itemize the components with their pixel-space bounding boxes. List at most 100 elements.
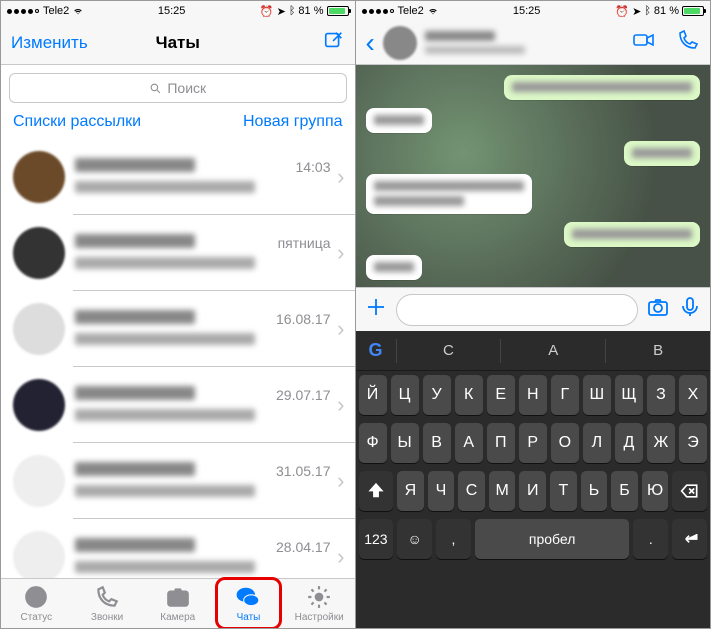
key-К[interactable]: К: [455, 375, 483, 415]
bluetooth-icon: ᛒ: [644, 5, 651, 17]
key-Я[interactable]: Я: [397, 471, 424, 511]
chat-name: [75, 537, 195, 557]
space-key[interactable]: пробел: [475, 519, 630, 559]
mic-button[interactable]: [678, 295, 702, 324]
voice-call-button[interactable]: [676, 28, 700, 57]
chat-preview: [75, 256, 355, 274]
key-М[interactable]: М: [489, 471, 516, 511]
phone-icon: [676, 28, 700, 52]
key-Ч[interactable]: Ч: [428, 471, 455, 511]
avatar: [13, 531, 65, 578]
period-key[interactable]: .: [633, 519, 668, 559]
key-У[interactable]: У: [423, 375, 451, 415]
key-З[interactable]: З: [647, 375, 675, 415]
chat-time: 14:03: [295, 159, 354, 175]
message-out[interactable]: [624, 141, 700, 166]
key-О[interactable]: О: [551, 423, 579, 463]
battery-icon: [327, 6, 349, 16]
key-Е[interactable]: Е: [487, 375, 515, 415]
suggestion[interactable]: А: [500, 339, 605, 363]
numbers-key[interactable]: 123: [359, 519, 394, 559]
location-icon: ➤: [632, 5, 641, 18]
edit-button[interactable]: Изменить: [11, 33, 88, 53]
attach-button[interactable]: [364, 295, 388, 324]
chat-row[interactable]: пятница ›: [1, 215, 355, 291]
key-Ш[interactable]: Ш: [583, 375, 611, 415]
google-logo[interactable]: G: [356, 340, 396, 361]
key-Ь[interactable]: Ь: [581, 471, 608, 511]
broadcast-lists-link[interactable]: Списки рассылки: [13, 113, 141, 131]
message-input[interactable]: [396, 294, 639, 326]
backspace-key[interactable]: [672, 471, 707, 511]
plus-icon: [364, 295, 388, 319]
message-in[interactable]: [366, 108, 432, 133]
tab-settings[interactable]: Настройки: [284, 579, 355, 628]
message-out[interactable]: [504, 75, 700, 100]
search-input[interactable]: Поиск: [9, 73, 347, 103]
video-call-button[interactable]: [632, 28, 656, 57]
alarm-icon: ⏰: [260, 5, 274, 18]
wifi-icon: [428, 6, 438, 16]
return-key[interactable]: [672, 519, 707, 559]
key-А[interactable]: А: [455, 423, 483, 463]
avatar: [13, 227, 65, 279]
key-Д[interactable]: Д: [615, 423, 643, 463]
shift-icon: [366, 481, 386, 501]
key-Л[interactable]: Л: [583, 423, 611, 463]
carrier-label: Tele2: [43, 5, 69, 17]
chevron-right-icon: ›: [337, 240, 344, 266]
messages-area[interactable]: [356, 65, 711, 287]
message-in[interactable]: [366, 174, 532, 214]
key-Т[interactable]: Т: [550, 471, 577, 511]
key-Щ[interactable]: Щ: [615, 375, 643, 415]
tab-chats[interactable]: Чаты: [213, 579, 284, 628]
chat-preview: [75, 180, 355, 198]
chat-list: 14:03 › пятница › 16.08.17 › 29.07.17 › …: [1, 139, 355, 578]
key-Й[interactable]: Й: [359, 375, 387, 415]
key-Р[interactable]: Р: [519, 423, 547, 463]
key-Ы[interactable]: Ы: [391, 423, 419, 463]
avatar: [13, 151, 65, 203]
bluetooth-icon: ᛒ: [289, 5, 296, 17]
key-Ф[interactable]: Ф: [359, 423, 387, 463]
tab-camera[interactable]: Камера: [142, 579, 213, 628]
message-in[interactable]: [366, 255, 422, 280]
chat-title[interactable]: [425, 28, 612, 57]
camera-button[interactable]: [646, 295, 670, 324]
key-П[interactable]: П: [487, 423, 515, 463]
chevron-right-icon: ›: [337, 392, 344, 418]
chat-row[interactable]: 29.07.17 ›: [1, 367, 355, 443]
chat-row[interactable]: 31.05.17 ›: [1, 443, 355, 519]
key-Х[interactable]: Х: [679, 375, 707, 415]
new-group-link[interactable]: Новая группа: [243, 113, 343, 131]
key-Г[interactable]: Г: [551, 375, 579, 415]
chat-row[interactable]: 28.04.17 ›: [1, 519, 355, 578]
gear-icon: [306, 584, 332, 610]
message-out[interactable]: [564, 222, 700, 247]
tab-calls[interactable]: Звонки: [72, 579, 143, 628]
key-row-2: ФЫВАПРОЛДЖЭ: [356, 419, 711, 467]
compose-button[interactable]: [323, 29, 345, 56]
key-Н[interactable]: Н: [519, 375, 547, 415]
key-Ж[interactable]: Ж: [647, 423, 675, 463]
key-В[interactable]: В: [423, 423, 451, 463]
key-И[interactable]: И: [519, 471, 546, 511]
suggestion[interactable]: С: [396, 339, 501, 363]
tab-status[interactable]: Статус: [1, 579, 72, 628]
key-Э[interactable]: Э: [679, 423, 707, 463]
chat-row[interactable]: 14:03 ›: [1, 139, 355, 215]
phone-icon: [94, 584, 120, 610]
search-placeholder: Поиск: [167, 80, 206, 96]
key-Ц[interactable]: Ц: [391, 375, 419, 415]
shift-key[interactable]: [359, 471, 394, 511]
key-Б[interactable]: Б: [611, 471, 638, 511]
avatar: [13, 379, 65, 431]
battery-icon: [682, 6, 704, 16]
comma-key[interactable]: ,: [436, 519, 471, 559]
suggestion[interactable]: В: [605, 339, 710, 363]
key-С[interactable]: С: [458, 471, 485, 511]
avatar[interactable]: [383, 26, 417, 60]
key-Ю[interactable]: Ю: [642, 471, 669, 511]
chat-row[interactable]: 16.08.17 ›: [1, 291, 355, 367]
emoji-key[interactable]: ☺: [397, 519, 432, 559]
